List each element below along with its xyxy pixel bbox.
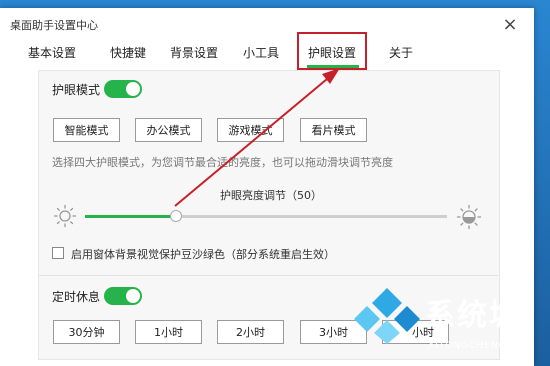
watermark-url: XITONGCHENG.COM [428,341,535,351]
watermark-text: 系统城 [425,298,521,333]
watermark-logo-icon [354,288,420,344]
